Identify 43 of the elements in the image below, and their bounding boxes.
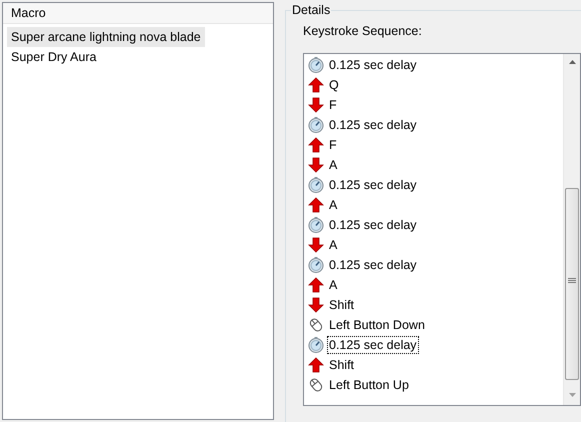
stopwatch-icon bbox=[308, 217, 324, 233]
macro-item[interactable]: Super arcane lightning nova blade bbox=[7, 27, 205, 47]
up-arrow-icon bbox=[308, 197, 324, 213]
sequence-item[interactable]: Left Button Up bbox=[327, 376, 411, 394]
up-arrow-icon bbox=[308, 137, 324, 153]
sequence-item[interactable]: Left Button Down bbox=[327, 316, 427, 334]
sequence-item[interactable]: Shift bbox=[327, 356, 356, 374]
macro-list[interactable]: Macro Super arcane lightning nova blade Super Dry Aura bbox=[2, 2, 274, 420]
down-arrow-icon bbox=[308, 97, 324, 113]
sequence-item[interactable]: A bbox=[327, 236, 340, 254]
sequence-item[interactable]: 0.125 sec delay bbox=[327, 256, 419, 274]
sequence-list[interactable]: 0.125 sec delay Q F 0.125 sec delay F A 0.125 sec delay A 0.125 sec delay A 0.125 sec delay A Shift Left Button Down 0.125 sec delay Shift Left Button Up bbox=[303, 53, 581, 406]
scrollbar[interactable] bbox=[563, 54, 580, 405]
sequence-item[interactable]: A bbox=[327, 196, 340, 214]
sequence-item[interactable]: Q bbox=[327, 76, 341, 94]
sequence-item[interactable]: A bbox=[327, 156, 340, 174]
scroll-thumb[interactable] bbox=[565, 188, 579, 380]
up-arrow-icon bbox=[308, 357, 324, 373]
sequence-item[interactable]: 0.125 sec delay bbox=[327, 176, 419, 194]
column-header[interactable]: Macro bbox=[3, 3, 273, 24]
sequence-item[interactable]: 0.125 sec delay bbox=[327, 336, 419, 354]
macro-item[interactable]: Super Dry Aura bbox=[7, 47, 100, 67]
sequence-item[interactable]: A bbox=[327, 276, 340, 294]
sequence-label: Keystroke Sequence: bbox=[303, 23, 422, 39]
stopwatch-icon bbox=[308, 117, 324, 133]
sequence-item[interactable]: 0.125 sec delay bbox=[327, 216, 419, 234]
sequence-item[interactable]: Shift bbox=[327, 296, 356, 314]
sequence-item[interactable]: F bbox=[327, 96, 339, 114]
sequence-item[interactable]: 0.125 sec delay bbox=[327, 56, 419, 74]
sequence-item[interactable]: 0.125 sec delay bbox=[327, 116, 419, 134]
scroll-down-icon[interactable] bbox=[569, 393, 576, 397]
grip-icon bbox=[568, 278, 576, 284]
stopwatch-icon bbox=[308, 257, 324, 273]
scroll-up-icon[interactable] bbox=[569, 60, 576, 64]
stopwatch-icon bbox=[308, 57, 324, 73]
stopwatch-icon bbox=[308, 337, 324, 353]
down-arrow-icon bbox=[308, 157, 324, 173]
down-arrow-icon bbox=[308, 297, 324, 313]
down-arrow-icon bbox=[308, 237, 324, 253]
sequence-item[interactable]: F bbox=[327, 136, 339, 154]
up-arrow-icon bbox=[308, 277, 324, 293]
stopwatch-icon bbox=[308, 177, 324, 193]
up-arrow-icon bbox=[308, 77, 324, 93]
